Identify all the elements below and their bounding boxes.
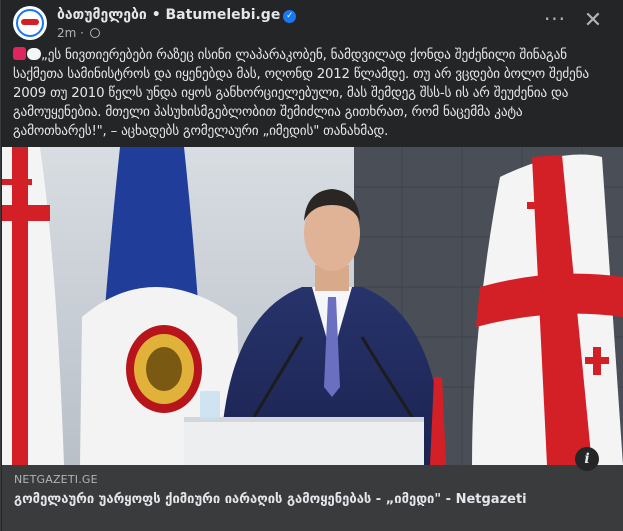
post-body: „ეს ნივთიერებები რაზეც ისინი ლაპარაკობენ… bbox=[13, 48, 589, 139]
link-preview[interactable]: NETGAZETI.GE გომელაური უარყოფს ქიმიური ი… bbox=[2, 447, 623, 531]
link-domain[interactable]: NETGAZETI.GE bbox=[14, 473, 98, 486]
globe-icon bbox=[89, 28, 100, 38]
post-photo[interactable] bbox=[2, 147, 623, 465]
post-text: „ეს ნივთიერებები რაზეც ისინი ლაპარაკობენ… bbox=[13, 46, 613, 141]
post-time[interactable]: 2m bbox=[57, 26, 76, 40]
page-avatar[interactable] bbox=[13, 6, 47, 40]
post-meta: 2m · bbox=[57, 26, 100, 40]
page-name[interactable]: ბათუმელები • Batumelebi.ge bbox=[57, 7, 280, 23]
speech-bubble-emoji-icon bbox=[27, 48, 41, 60]
avatar-logo-mark bbox=[21, 19, 39, 25]
close-button[interactable]: ✕ bbox=[581, 9, 605, 33]
link-title[interactable]: გომელაური უარყოფს ქიმიური იარაღის გამოყე… bbox=[14, 491, 609, 509]
water-glass bbox=[200, 391, 220, 419]
facebook-post: ბათუმელები • Batumelebi.ge ✓ 2m · ··· ✕ „… bbox=[0, 0, 623, 531]
podium bbox=[184, 417, 424, 465]
meta-separator: · bbox=[80, 26, 84, 40]
post-header: ბათუმელები • Batumelebi.ge ✓ 2m · ··· ✕ bbox=[13, 4, 613, 40]
page-name-line[interactable]: ბათუმელები • Batumelebi.ge ✓ bbox=[57, 7, 297, 23]
red-square-emoji-icon bbox=[13, 47, 26, 60]
more-options-button[interactable]: ··· bbox=[543, 9, 567, 34]
photo-illustration bbox=[2, 147, 623, 465]
info-icon[interactable]: i bbox=[575, 447, 599, 471]
verified-badge-icon: ✓ bbox=[283, 10, 297, 23]
